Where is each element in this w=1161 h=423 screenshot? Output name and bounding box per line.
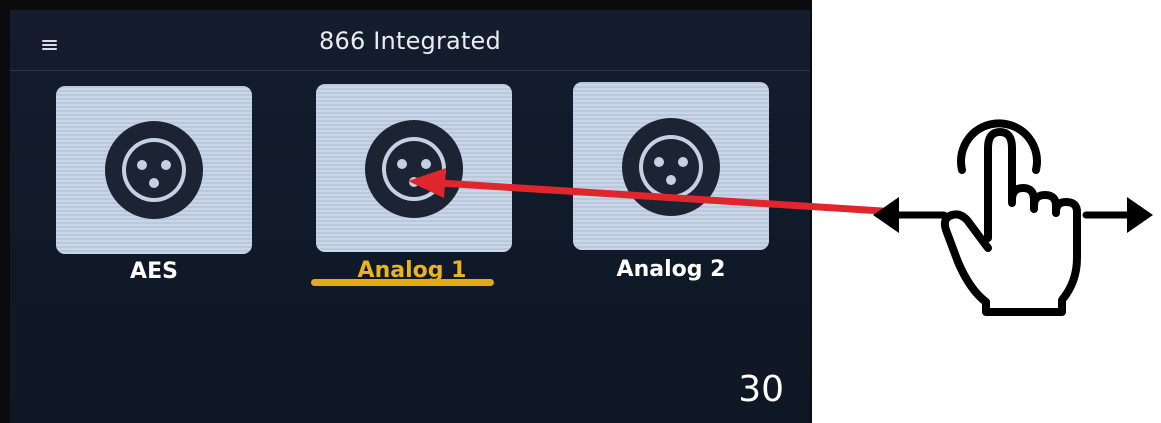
pointer-arrow-icon <box>408 168 886 215</box>
tap-swipe-hand-icon <box>873 119 1153 316</box>
annotation-overlay <box>408 119 1153 316</box>
